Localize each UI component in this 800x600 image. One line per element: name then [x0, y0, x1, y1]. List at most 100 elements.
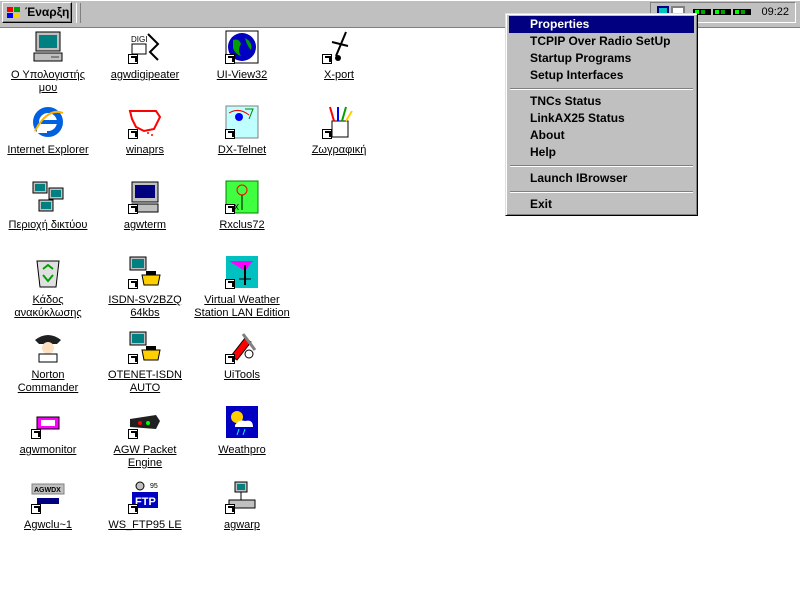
desktop-icon-internet-explorer[interactable]: Internet Explorer [0, 105, 96, 156]
desktop-icon-norton-commander[interactable]: Norton Commander [0, 330, 96, 394]
menu-item-help[interactable]: Help [509, 144, 694, 161]
antenna-icon [322, 30, 356, 64]
desktop-icon-rxclus72[interactable]: RX Rxclus72 [194, 180, 290, 231]
shortcut-arrow-icon [128, 279, 138, 289]
icon-label: agwdigipeater [110, 69, 180, 81]
desktop-icon-agwmonitor[interactable]: agwmonitor [0, 405, 96, 456]
icon-label: X-port [324, 69, 354, 81]
desktop-icon-uitools[interactable]: UiTools [194, 330, 290, 381]
shortcut-arrow-icon [225, 504, 235, 514]
desktop-icon-ws-ftp95[interactable]: FTP 95 WS_FTP95 LE [97, 480, 193, 531]
icon-label: Agwclu~1 [23, 519, 72, 531]
shortcut-arrow-icon [128, 504, 138, 514]
taskbar-grip[interactable] [76, 3, 81, 23]
icon-label: AGW Packet Engine [113, 444, 177, 469]
menu-item-label: Properties [530, 17, 590, 31]
desktop-icon-ui-view32[interactable]: UI-View32 [194, 30, 290, 81]
dialup-icon [128, 255, 162, 289]
start-label: Έναρξη [25, 5, 70, 19]
icon-label: winaprs [126, 144, 164, 156]
desktop-icon-agw-packet-engine[interactable]: AGW Packet Engine [97, 405, 193, 469]
svg-text:AGWDX: AGWDX [34, 487, 61, 494]
menu-item-label: Startup Programs [530, 51, 632, 65]
icon-label: ISDN-SV2BZQ 64kbs [108, 294, 182, 319]
menu-item-tncs-status[interactable]: TNCs Status [509, 93, 694, 110]
menu-item-exit[interactable]: Exit [509, 196, 694, 213]
recycle-bin-icon [31, 255, 65, 289]
digipeater-icon: DIGI [128, 30, 162, 64]
desktop-icon-weathpro[interactable]: Weathpro [194, 405, 290, 456]
icon-label: Weathpro [218, 444, 266, 456]
shortcut-arrow-icon [225, 279, 235, 289]
windows-logo-icon [6, 6, 22, 26]
agwdx-icon: AGWDX [31, 480, 65, 514]
network-neighborhood-icon [31, 180, 65, 214]
icon-label: Internet Explorer [7, 144, 89, 156]
dialup-icon [128, 330, 162, 364]
terminal-icon [128, 180, 162, 214]
menu-item-label: Help [530, 145, 557, 159]
shortcut-arrow-icon [128, 129, 138, 139]
icon-label: WS_FTP95 LE [108, 519, 182, 531]
shortcut-arrow-icon [225, 54, 235, 64]
shortcut-arrow-icon [128, 204, 138, 214]
menu-item-setup-interfaces[interactable]: Setup Interfaces [509, 67, 694, 84]
desktop-icon-isdn-sv2bzq[interactable]: ISDN-SV2BZQ 64kbs [97, 255, 193, 319]
icon-label: OTENET-ISDN AUTO [108, 369, 182, 394]
icon-label: Ζωγραφική [311, 144, 367, 156]
ftp-icon: FTP 95 [128, 480, 162, 514]
svg-text:95: 95 [150, 483, 158, 490]
desktop-icon-x-port[interactable]: X-port [291, 30, 387, 81]
icon-label: agwmonitor [19, 444, 77, 456]
icon-label: UiTools [223, 369, 261, 381]
desktop-icon-paint[interactable]: Ζωγραφική [291, 105, 387, 156]
menu-item-startup-programs[interactable]: Startup Programs [509, 50, 694, 67]
menu-item-tcpip-over-radio-setup[interactable]: TCPIP Over Radio SetUp [509, 33, 694, 50]
menu-item-label: TCPIP Over Radio SetUp [530, 34, 671, 48]
desktop-icon-agwclu[interactable]: AGWDX Agwclu~1 [0, 480, 96, 531]
clock[interactable]: 09:22 [761, 6, 789, 18]
desktop-icon-winaprs[interactable]: winaprs [97, 105, 193, 156]
icon-label: Rxclus72 [219, 219, 265, 231]
shortcut-arrow-icon [225, 354, 235, 364]
paint-icon [322, 105, 356, 139]
desktop-icon-otenet-isdn[interactable]: OTENET-ISDN AUTO [97, 330, 193, 394]
svg-text:DIGI: DIGI [131, 35, 147, 44]
icon-label: Ο Υπολογιστής μου [10, 69, 86, 94]
desktop-icon-recycle-bin[interactable]: Κάδος ανακύκλωσης [0, 255, 96, 319]
shortcut-arrow-icon [128, 354, 138, 364]
menu-separator [510, 191, 693, 193]
icon-label: Norton Commander [17, 369, 79, 394]
menu-item-launch-ibrowser[interactable]: Launch IBrowser [509, 170, 694, 187]
desktop-icon-virtual-weather-station[interactable]: Virtual Weather Station LAN Edition [194, 255, 290, 319]
menu-item-label: About [530, 128, 565, 142]
globe-icon [225, 30, 259, 64]
desktop-icon-my-computer[interactable]: Ο Υπολογιστής μου [0, 30, 96, 94]
rxclus-icon: RX [225, 180, 259, 214]
tnc-status-icon[interactable] [733, 7, 751, 20]
shortcut-arrow-icon [225, 204, 235, 214]
shortcut-arrow-icon [322, 54, 332, 64]
desktop-icon-dx-telnet[interactable]: DX-Telnet [194, 105, 290, 156]
start-button[interactable]: Έναρξη [2, 2, 72, 23]
menu-separator [510, 88, 693, 90]
dx-telnet-icon [225, 105, 259, 139]
menu-item-linkax25-status[interactable]: LinkAX25 Status [509, 110, 694, 127]
network-computer-icon [225, 480, 259, 514]
menu-item-label: Launch IBrowser [530, 171, 628, 185]
norton-commander-icon [31, 330, 65, 364]
monitor-icon [31, 405, 65, 439]
shortcut-arrow-icon [128, 54, 138, 64]
desktop-icon-network-neighborhood[interactable]: Περιοχή δικτύου [0, 180, 96, 231]
menu-item-label: TNCs Status [530, 94, 602, 108]
menu-item-about[interactable]: About [509, 127, 694, 144]
desktop-icon-agwarp[interactable]: agwarp [194, 480, 290, 531]
desktop-icon-agwdigipeater[interactable]: DIGI agwdigipeater [97, 30, 193, 81]
tnc-status-icon[interactable] [713, 7, 731, 20]
icon-label: Κάδος ανακύκλωσης [14, 294, 82, 319]
my-computer-icon [31, 30, 65, 64]
icon-label: agwterm [123, 219, 167, 231]
desktop-icon-agwterm[interactable]: agwterm [97, 180, 193, 231]
menu-item-properties[interactable]: Properties [509, 16, 694, 33]
usa-map-icon [128, 105, 162, 139]
